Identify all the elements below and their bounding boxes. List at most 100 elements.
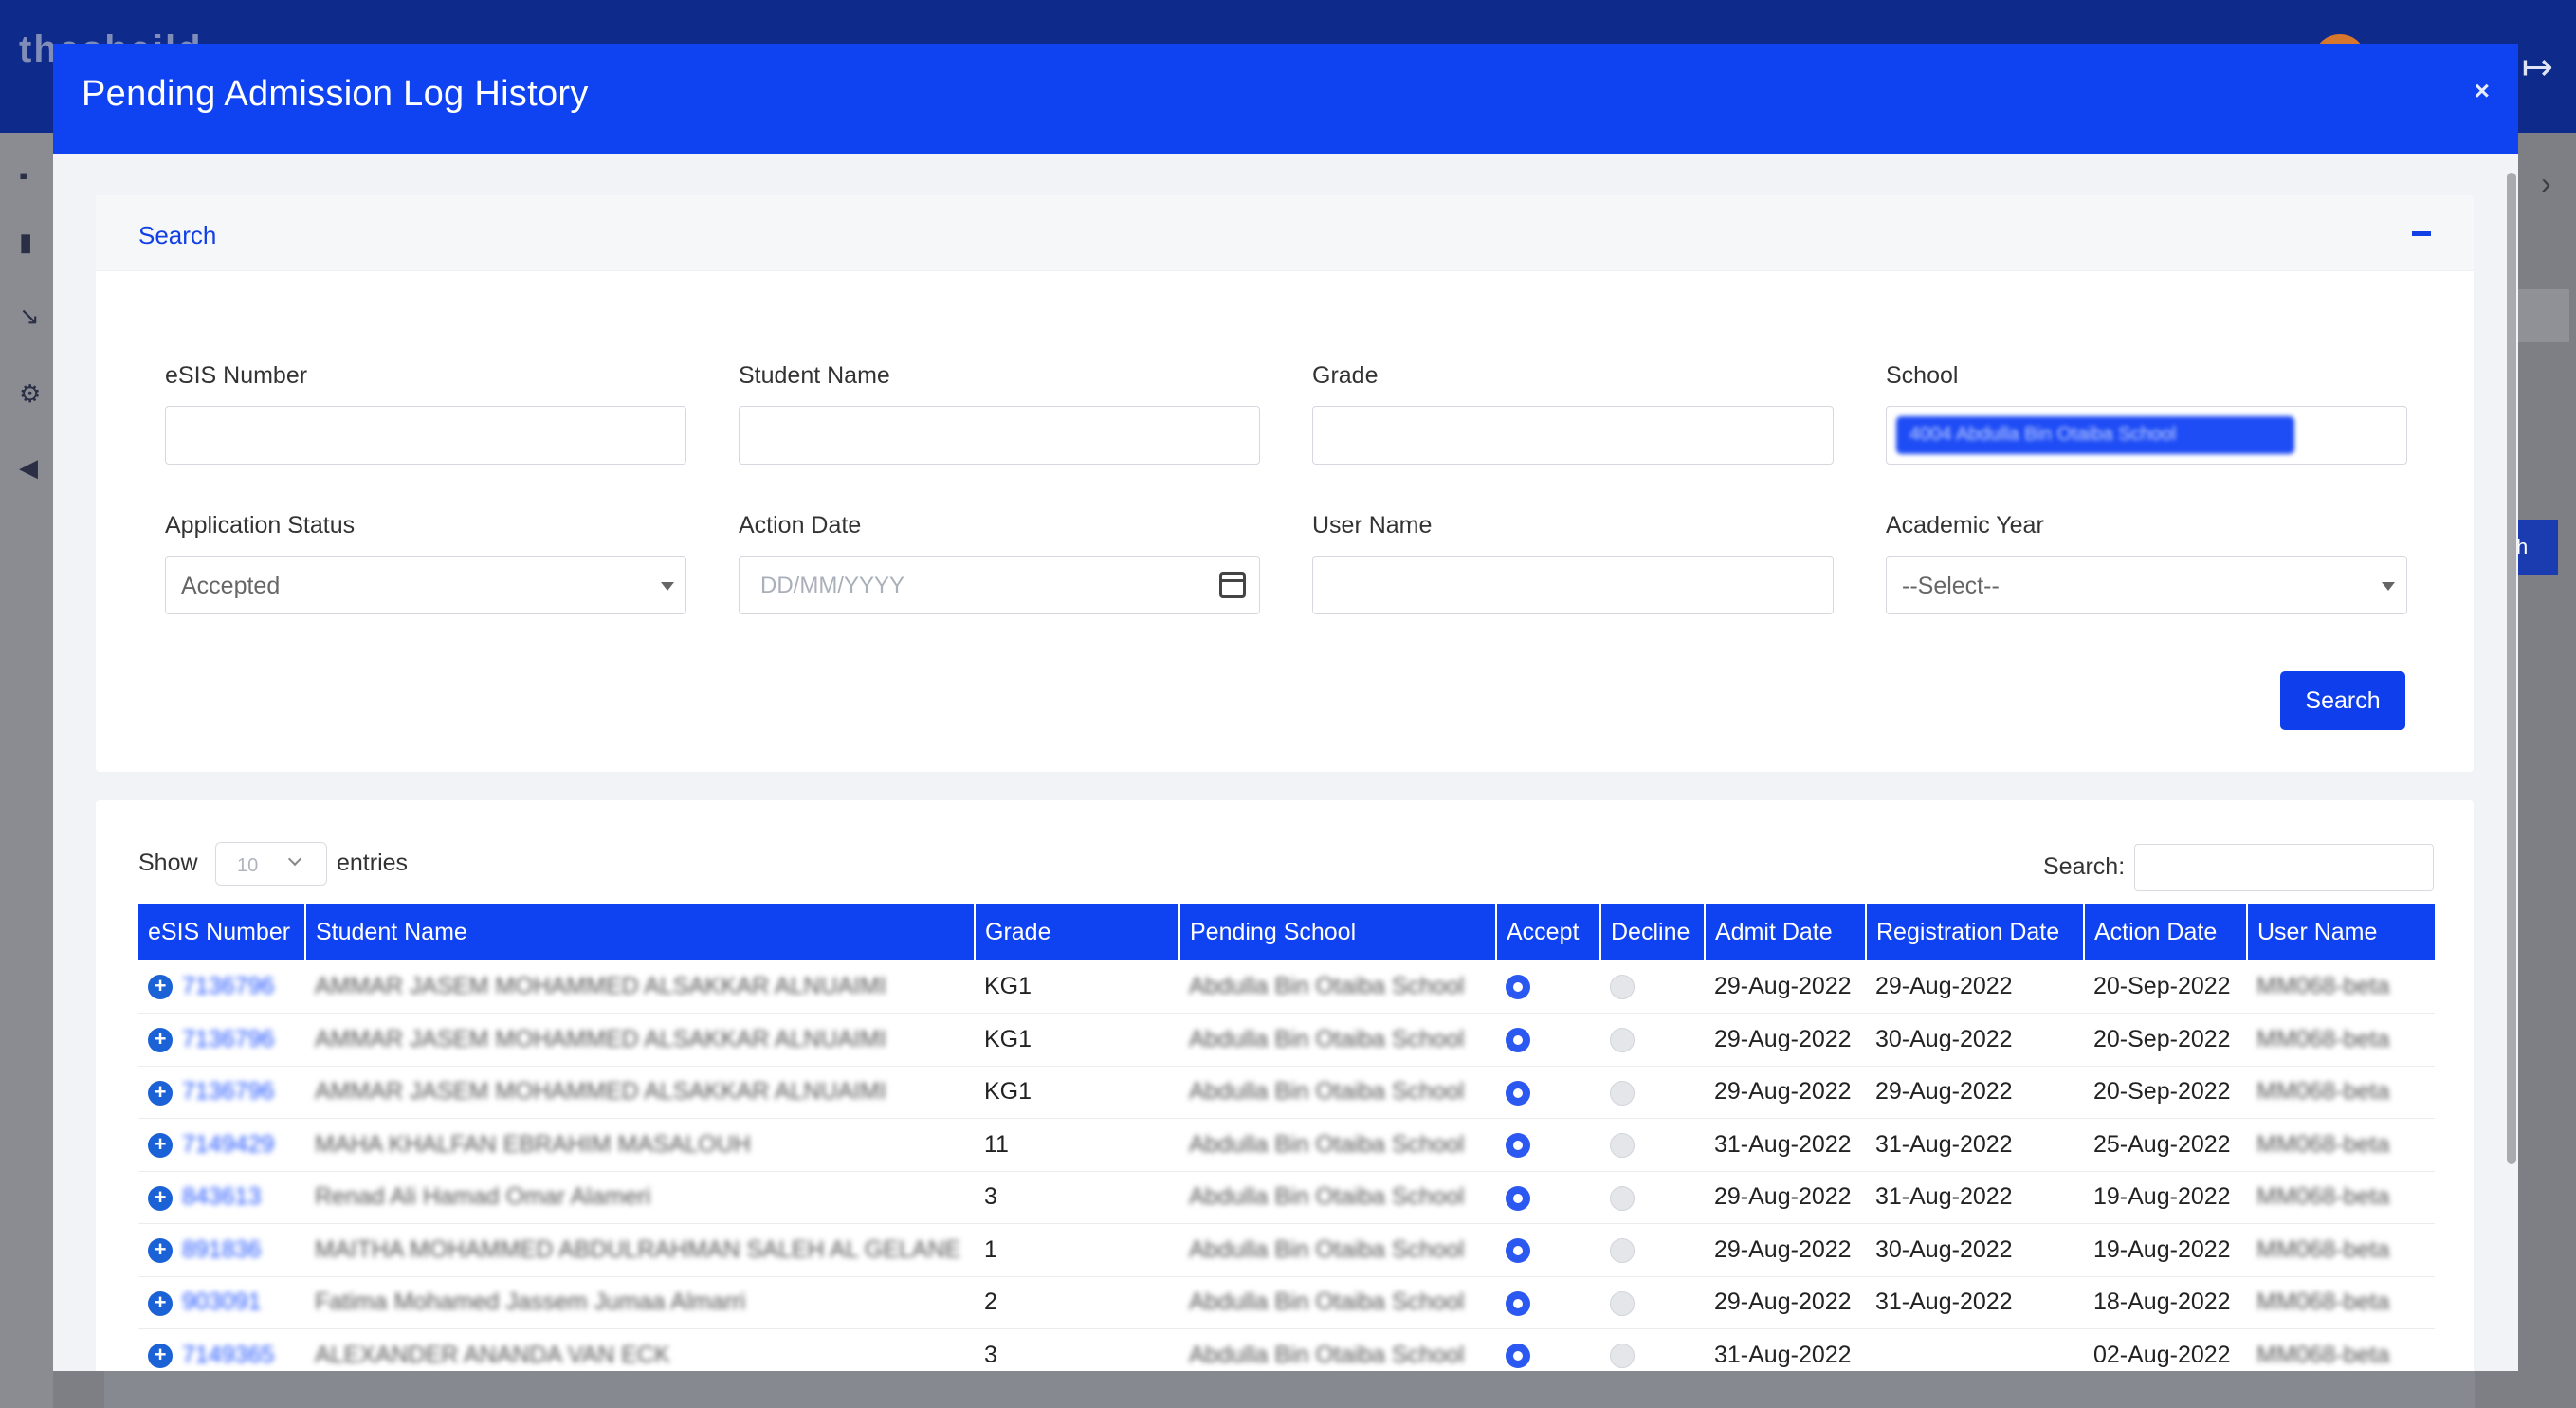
application-status-select[interactable]: Accepted [165,556,686,614]
chevron-right-icon: › [2541,166,2551,200]
decline-cell [1600,1066,1705,1119]
search-panel-header[interactable]: Search [96,195,2474,271]
student-name: ALEXANDER ANANDA VAN ECK [315,1341,670,1368]
grade-cell: KG1 [975,1013,1179,1067]
user-name: MM068-beta [2256,1025,2390,1052]
calendar-icon[interactable] [1219,572,1246,598]
decline-radio[interactable] [1610,1133,1635,1159]
expand-row-icon[interactable]: + [148,1185,173,1211]
esis-link[interactable]: 903091 [182,1289,261,1315]
user-name: MM068-beta [2256,1289,2390,1316]
column-header-grade[interactable]: Grade [975,904,1180,960]
esis-link[interactable]: 7136796 [182,973,274,999]
expand-row-icon[interactable]: + [148,1344,173,1369]
esis-link[interactable]: 843613 [182,1183,261,1210]
background-sidebar: ▪ ▮ ↘ ⚙ ◀ [0,133,53,1408]
column-header-esis-number[interactable]: eSIS Number [138,904,306,960]
column-header-registration-date[interactable]: Registration Date [1866,904,2085,960]
action-date-input[interactable]: DD/MM/YYYY [739,556,1260,614]
grade-input[interactable] [1312,406,1834,465]
admit-date-cell: 29-Aug-2022 [1705,1013,1866,1067]
student-name: Renad Ali Hamad Omar Alameri [315,1183,651,1211]
search-button[interactable]: Search [2280,671,2405,730]
accept-radio[interactable] [1506,1238,1530,1264]
table-search-input[interactable] [2134,844,2434,891]
grade-cell: 3 [975,1171,1179,1224]
background-footer [104,1369,2475,1408]
user-name-cell: MM068-beta [2247,1118,2435,1172]
action-date-cell: 19-Aug-2022 [2084,1171,2247,1224]
decline-cell [1600,1223,1705,1277]
user-name: MM068-beta [2256,1341,2390,1368]
school-selected-chip[interactable]: 4004 Abdulla Bin Otaiba School [1896,416,2294,454]
collapse-icon[interactable] [2412,231,2431,236]
esis-link[interactable]: 7149365 [182,1342,274,1368]
esis-link[interactable]: 7149429 [182,1131,274,1158]
page-size-select[interactable]: 10 [215,842,327,886]
expand-row-icon[interactable]: + [148,1238,173,1264]
expand-row-icon[interactable]: + [148,1028,173,1053]
user-name: MM068-beta [2256,973,2390,999]
expand-row-icon[interactable]: + [148,1290,173,1316]
column-header-decline[interactable]: Decline [1600,904,1706,960]
accept-radio[interactable] [1506,1028,1530,1053]
column-header-student-name[interactable]: Student Name [305,904,976,960]
decline-radio[interactable] [1610,1185,1635,1211]
decline-radio[interactable] [1610,1344,1635,1369]
column-header-pending-school[interactable]: Pending School [1179,904,1497,960]
table-row: +7136796 AMMAR JASEM MOHAMMED ALSAKKAR AL… [138,960,2435,1014]
expand-row-icon[interactable]: + [148,1133,173,1159]
accept-radio[interactable] [1506,1344,1530,1369]
decline-cell [1600,1171,1705,1224]
student-name-cell: AMMAR JASEM MOHAMMED ALSAKKAR ALNUAIMI [305,1066,975,1119]
pending-school: Abdulla Bin Otaiba School [1189,1183,1465,1211]
student-name-label: Student Name [739,362,890,389]
expand-row-icon[interactable]: + [148,975,173,1000]
column-header-user-name[interactable]: User Name [2247,904,2435,960]
accept-radio[interactable] [1506,1185,1530,1211]
student-name: AMMAR JASEM MOHAMMED ALSAKKAR ALNUAIMI [315,1025,886,1052]
page-size-value: 10 [237,855,259,876]
log-history-table: eSIS Number Student Name Grade Pending S… [138,904,2435,1371]
pending-school: Abdulla Bin Otaiba School [1189,973,1465,999]
column-header-action-date[interactable]: Action Date [2084,904,2248,960]
decline-radio[interactable] [1610,1238,1635,1264]
decline-radio[interactable] [1610,975,1635,1000]
application-status-value: Accepted [181,573,281,599]
column-header-accept[interactable]: Accept [1496,904,1601,960]
expand-row-icon[interactable]: + [148,1080,173,1106]
decline-radio[interactable] [1610,1080,1635,1106]
student-name: MAITHA MOHAMMED ABDULRAHMAN SALEH AL GEL… [315,1235,961,1263]
student-name: AMMAR JASEM MOHAMMED ALSAKKAR ALNUAIMI [315,973,886,999]
accept-cell [1496,1066,1600,1119]
accept-radio[interactable] [1506,1133,1530,1159]
student-name-input[interactable] [739,406,1260,465]
academic-year-label: Academic Year [1886,512,2044,539]
school-cell: Abdulla Bin Otaiba School [1179,1223,1496,1277]
accept-radio[interactable] [1506,1080,1530,1106]
action-date-cell: 20-Sep-2022 [2084,1066,2247,1119]
decline-radio[interactable] [1610,1290,1635,1316]
accept-cell [1496,1328,1600,1371]
esis-link[interactable]: 891836 [182,1236,261,1263]
esis-link[interactable]: 7136796 [182,1078,274,1105]
school-select[interactable]: 4004 Abdulla Bin Otaiba School [1886,406,2407,465]
background-panel [2512,289,2569,342]
close-icon[interactable]: × [2475,76,2490,106]
registration-date-cell: 30-Aug-2022 [1866,1223,2084,1277]
academic-year-select[interactable]: --Select-- [1886,556,2407,614]
column-header-admit-date[interactable]: Admit Date [1705,904,1867,960]
accept-cell [1496,960,1600,1014]
user-name-input[interactable] [1312,556,1834,614]
results-panel: Show 10 entries Search: eSIS Number Stud… [96,800,2474,1371]
modal-header: Pending Admission Log History × [53,44,2518,154]
modal-scrollbar[interactable] [2507,173,2516,1164]
esis-link[interactable]: 7136796 [182,1026,274,1052]
esis-number-input[interactable] [165,406,686,465]
esis-cell: +7136796 [138,1013,305,1067]
log-history-modal: Pending Admission Log History × Search e… [53,44,2518,1371]
decline-cell [1600,1013,1705,1067]
accept-radio[interactable] [1506,1290,1530,1316]
accept-radio[interactable] [1506,975,1530,1000]
decline-radio[interactable] [1610,1028,1635,1053]
